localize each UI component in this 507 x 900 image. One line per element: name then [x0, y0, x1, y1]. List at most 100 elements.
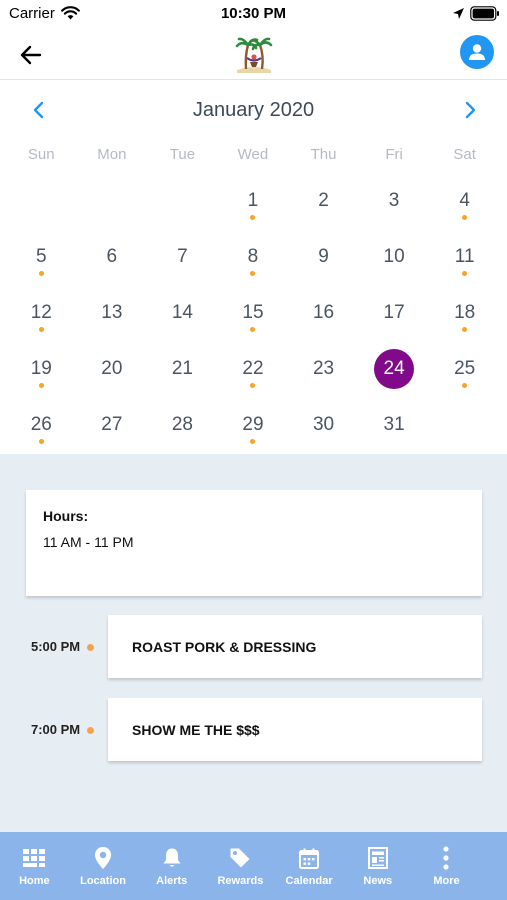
calendar-day[interactable]: 6 [77, 229, 148, 285]
weekday-label: Thu [310, 146, 337, 163]
calendar-day[interactable]: 12 [6, 285, 77, 341]
tab-calendar[interactable]: Calendar [275, 832, 344, 900]
calendar-week-row: 19 20 21 22 23 24 25 [6, 341, 500, 397]
status-bar: Carrier 10:30 PM [0, 0, 507, 30]
event-title: ROAST PORK & DRESSING [132, 639, 317, 655]
tab-label: Location [80, 875, 126, 887]
day-number: 17 [383, 302, 405, 323]
map-pin-icon [91, 846, 115, 870]
weekday-label: Sun [27, 146, 55, 163]
tab-home[interactable]: Home [0, 832, 69, 900]
day-number: 14 [171, 302, 193, 323]
event-time-dot [87, 644, 94, 651]
calendar-day[interactable]: 31 [359, 397, 430, 453]
calendar-day[interactable]: 17 [359, 285, 430, 341]
day-number: 16 [312, 302, 335, 323]
calendar-week-row: 1 2 3 4 [6, 173, 500, 229]
event-indicator-dot [38, 439, 44, 444]
profile-button[interactable] [460, 35, 494, 69]
event-time: 7:00 PM [31, 722, 81, 737]
weekday-label: Fri [385, 146, 403, 163]
day-number: 13 [101, 302, 123, 323]
restaurant-logo [234, 36, 274, 74]
tab-label: Alerts [156, 875, 188, 887]
calendar-day[interactable]: 29 [218, 397, 289, 453]
back-button[interactable] [14, 38, 48, 72]
day-details-panel: Hours: 11 AM - 11 PM 5:00 PM ROAST PORK … [0, 454, 507, 832]
event-card[interactable]: SHOW ME THE $$$ [108, 698, 482, 761]
user-icon [469, 44, 485, 60]
event-card[interactable]: ROAST PORK & DRESSING [108, 615, 482, 678]
day-number: 23 [312, 358, 335, 379]
calendar-day[interactable]: 11 [429, 229, 500, 285]
month-title: January 2020 [192, 99, 315, 121]
day-number: 30 [312, 414, 335, 435]
battery-icon [470, 6, 500, 26]
calendar-day[interactable]: 1 [218, 173, 289, 229]
calendar-day[interactable]: 7 [147, 229, 218, 285]
calendar-day[interactable]: 9 [288, 229, 359, 285]
calendar-day[interactable]: 21 [147, 341, 218, 397]
weekday-header-row: Sun Mon Tue Wed Thu Fri Sat [6, 146, 500, 163]
calendar-day[interactable]: 28 [147, 397, 218, 453]
tab-alerts[interactable]: Alerts [137, 832, 206, 900]
calendar-day[interactable]: 19 [6, 341, 77, 397]
event-time: 5:00 PM [31, 639, 81, 654]
chevron-right-icon [465, 101, 476, 119]
tab-location[interactable]: Location [69, 832, 138, 900]
calendar-day[interactable]: 15 [218, 285, 289, 341]
calendar-day[interactable]: 20 [77, 341, 148, 397]
calendar-empty-cell [6, 173, 77, 229]
tab-label: News [363, 875, 393, 887]
location-arrow-icon [452, 7, 465, 25]
newspaper-icon [366, 846, 390, 870]
event-time-dot [87, 727, 94, 734]
more-dots-icon [434, 846, 458, 870]
calendar-day[interactable]: 25 [429, 341, 500, 397]
calendar-day[interactable]: 18 [429, 285, 500, 341]
event-row: 5:00 PM ROAST PORK & DRESSING [0, 615, 507, 679]
tag-icon [228, 846, 252, 870]
calendar-icon [297, 846, 321, 870]
status-time: 10:30 PM [220, 5, 287, 22]
calendar-day[interactable]: 16 [288, 285, 359, 341]
navigation-bar [0, 30, 507, 80]
calendar-day[interactable]: 26 [6, 397, 77, 453]
event-indicator-dot [38, 383, 44, 388]
next-month-button[interactable] [459, 97, 483, 123]
calendar-day[interactable]: 27 [77, 397, 148, 453]
bell-icon [160, 846, 184, 870]
tab-label: More [433, 875, 460, 887]
day-number: 7 [177, 246, 188, 267]
calendar-day[interactable]: 22 [218, 341, 289, 397]
calendar-week-row: 5 6 7 8 9 10 11 [6, 229, 500, 285]
month-header: January 2020 [0, 95, 507, 125]
calendar-day[interactable]: 13 [77, 285, 148, 341]
weekday-label: Wed [237, 146, 269, 163]
day-number: 31 [383, 414, 405, 435]
event-row: 7:00 PM SHOW ME THE $$$ [0, 698, 507, 762]
calendar-day[interactable]: 10 [359, 229, 430, 285]
back-arrow-icon [20, 45, 42, 65]
day-number: 9 [318, 246, 329, 267]
event-title: SHOW ME THE $$$ [132, 722, 260, 738]
calendar-day[interactable]: 5 [6, 229, 77, 285]
tab-label: Calendar [285, 875, 333, 887]
hours-value: 11 AM - 11 PM [43, 534, 134, 550]
calendar-day[interactable]: 3 [359, 173, 430, 229]
grid-icon [22, 846, 46, 870]
calendar-empty-cell [77, 173, 148, 229]
tab-more[interactable]: More [412, 832, 481, 900]
calendar-day[interactable]: 23 [288, 341, 359, 397]
calendar-day[interactable]: 8 [218, 229, 289, 285]
day-number: 3 [388, 190, 400, 211]
weekday-label: Mon [97, 146, 127, 163]
calendar-day[interactable]: 30 [288, 397, 359, 453]
calendar-day-selected[interactable]: 24 [359, 341, 430, 397]
calendar-day[interactable]: 14 [147, 285, 218, 341]
calendar-week-row: 26 27 28 29 30 31 [6, 397, 500, 453]
tab-rewards[interactable]: Rewards [206, 832, 275, 900]
tab-news[interactable]: News [343, 832, 412, 900]
calendar-day[interactable]: 2 [288, 173, 359, 229]
calendar-day[interactable]: 4 [429, 173, 500, 229]
